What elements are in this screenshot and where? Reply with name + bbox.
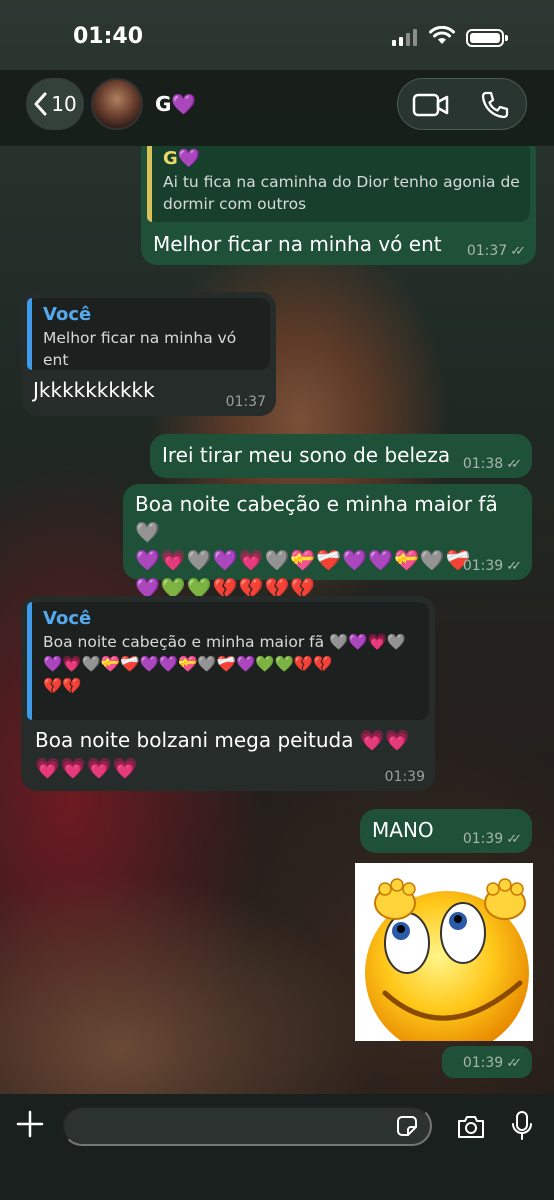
quote-text: 💜💗🩶💝❤️‍🩹💜💜💝🩶❤️‍🩹💜💚💚💔💔 (43, 655, 333, 673)
message-time: 01:37 (225, 394, 266, 410)
sticker-time-pill: 01:39 ✓✓ (442, 1046, 532, 1078)
message-meta: 01:37 (226, 394, 266, 410)
quote-author: Você (43, 608, 92, 629)
message-input[interactable] (62, 1106, 432, 1146)
quoted-message[interactable]: Você Boa noite cabeção e minha maior fã … (27, 602, 429, 720)
emoji-line: 💗💗💗💗 (35, 756, 139, 780)
contact-name[interactable]: G💜 (155, 92, 196, 116)
quote-text: Melhor ficar na minha vó ent (43, 329, 237, 369)
message-bubble-outgoing[interactable]: MANO 01:39 ✓✓ (360, 809, 532, 853)
battery-icon (466, 29, 508, 47)
status-bar: 01:40 (0, 0, 554, 70)
read-receipt-icon: ✓✓ (506, 831, 522, 847)
message-time: 01:39 (384, 769, 425, 785)
message-meta: 01:37 ✓✓ (467, 243, 526, 259)
sticker-icon[interactable] (395, 1114, 419, 1138)
phone-call-icon[interactable] (480, 90, 510, 120)
smiley-sticker-image (365, 878, 529, 1041)
quote-text: 💔💔 (43, 677, 82, 695)
video-call-icon[interactable] (412, 91, 450, 119)
wifi-icon (429, 26, 455, 44)
quote-author: G💜 (163, 148, 201, 169)
message-text: Boa noite bolzani mega peituda 💗💗 (35, 728, 410, 752)
call-actions (397, 78, 527, 130)
back-button[interactable]: 10 (26, 78, 84, 130)
chat-header: 10 G💜 (0, 70, 554, 146)
read-receipt-icon: ✓✓ (506, 558, 522, 574)
message-bubble-outgoing[interactable]: Boa noite cabeção e minha maior fã 🩶 💜💗🩶… (123, 484, 532, 600)
message-meta: 01:39 ✓✓ (463, 1055, 522, 1071)
message-meta: 01:38 ✓✓ (463, 456, 522, 472)
message-time: 01:38 (462, 456, 504, 472)
message-time: 01:39 (462, 558, 504, 574)
read-receipt-icon: ✓✓ (510, 243, 526, 259)
contact-info[interactable]: G💜 (91, 76, 196, 132)
unread-count: 10 (51, 92, 77, 116)
quote-text: Ai tu fica na caminha do Dior tenho agon… (163, 173, 520, 213)
quoted-message[interactable]: Você Melhor ficar na minha vó ent (27, 298, 270, 370)
message-meta: 01:39 (385, 769, 425, 785)
quote-author: Você (43, 304, 92, 325)
avatar[interactable] (91, 78, 143, 130)
message-meta: 01:39 ✓✓ (463, 558, 522, 574)
message-time: 01:39 (462, 831, 504, 847)
message-time: 01:39 (462, 1055, 504, 1071)
camera-icon[interactable] (456, 1114, 486, 1140)
message-composer (0, 1094, 554, 1200)
status-time: 01:40 (73, 24, 144, 49)
quoted-message[interactable]: G💜 Ai tu fica na caminha do Dior tenho a… (147, 146, 530, 222)
message-bubble-incoming[interactable]: Você Melhor ficar na minha vó ent Jkkkkk… (21, 292, 276, 416)
message-bubble-outgoing[interactable]: G💜 Ai tu fica na caminha do Dior tenho a… (141, 146, 536, 265)
sticker-message[interactable] (355, 863, 533, 1041)
read-receipt-icon: ✓✓ (506, 1055, 522, 1071)
message-text: Boa noite cabeção e minha maior fã 🩶 (135, 492, 498, 544)
chat-area[interactable]: G💜 Ai tu fica na caminha do Dior tenho a… (0, 146, 554, 1094)
plus-icon[interactable] (16, 1110, 44, 1138)
quote-text: Boa noite cabeção e minha maior fã 🩶💜💗🩶 (43, 633, 407, 651)
message-time: 01:37 (466, 243, 508, 259)
signal-icon (392, 28, 417, 46)
chevron-left-icon (34, 92, 47, 116)
microphone-icon[interactable] (511, 1110, 533, 1142)
message-meta: 01:39 ✓✓ (463, 831, 522, 847)
message-bubble-outgoing[interactable]: Irei tirar meu sono de beleza 01:38 ✓✓ (150, 434, 532, 478)
read-receipt-icon: ✓✓ (506, 456, 522, 472)
message-bubble-incoming[interactable]: Você Boa noite cabeção e minha maior fã … (21, 596, 435, 791)
